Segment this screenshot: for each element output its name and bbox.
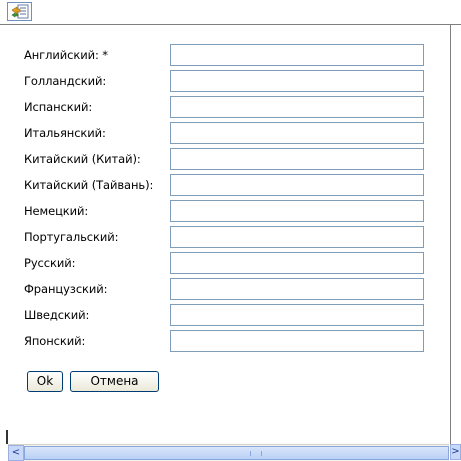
translation-input[interactable] xyxy=(170,96,424,118)
translate-icon xyxy=(11,4,29,19)
translate-button[interactable] xyxy=(7,2,32,21)
translation-input[interactable] xyxy=(170,252,424,274)
field-label: Португальский: xyxy=(24,230,119,244)
scroll-thumb[interactable] xyxy=(24,446,449,460)
right-divider xyxy=(450,24,451,444)
translation-input[interactable] xyxy=(170,70,424,92)
cancel-button[interactable]: Отмена xyxy=(70,371,159,392)
translation-input[interactable] xyxy=(170,200,424,222)
translation-input[interactable] xyxy=(170,44,424,66)
translation-input[interactable] xyxy=(170,226,424,248)
field-label: Русский: xyxy=(24,256,76,270)
field-label: Голландский: xyxy=(24,74,107,88)
translation-input[interactable] xyxy=(170,174,424,196)
field-label: Французский: xyxy=(24,282,108,296)
toolbar xyxy=(0,0,461,22)
horizontal-scrollbar[interactable]: < xyxy=(8,444,449,461)
field-label: Японский: xyxy=(24,334,86,348)
translation-input[interactable] xyxy=(170,330,424,352)
top-divider xyxy=(0,24,461,25)
scroll-left-button[interactable]: < xyxy=(8,445,24,461)
scroll-right-button[interactable]: > xyxy=(450,444,461,460)
ok-button[interactable]: Ok xyxy=(27,371,63,392)
translation-input[interactable] xyxy=(170,278,424,300)
field-label: Английский: * xyxy=(24,48,108,62)
field-label: Испанский: xyxy=(24,100,93,114)
field-label: Итальянский: xyxy=(24,126,106,140)
translation-input[interactable] xyxy=(170,148,424,170)
scroll-grip-icon xyxy=(250,451,262,456)
left-edge-marker xyxy=(6,430,8,444)
field-label: Немецкий: xyxy=(24,204,89,218)
field-label: Шведский: xyxy=(24,308,90,322)
field-label: Китайский (Тайвань): xyxy=(24,178,154,192)
field-label: Китайский (Китай): xyxy=(24,152,141,166)
translation-input[interactable] xyxy=(170,122,424,144)
translation-input[interactable] xyxy=(170,304,424,326)
